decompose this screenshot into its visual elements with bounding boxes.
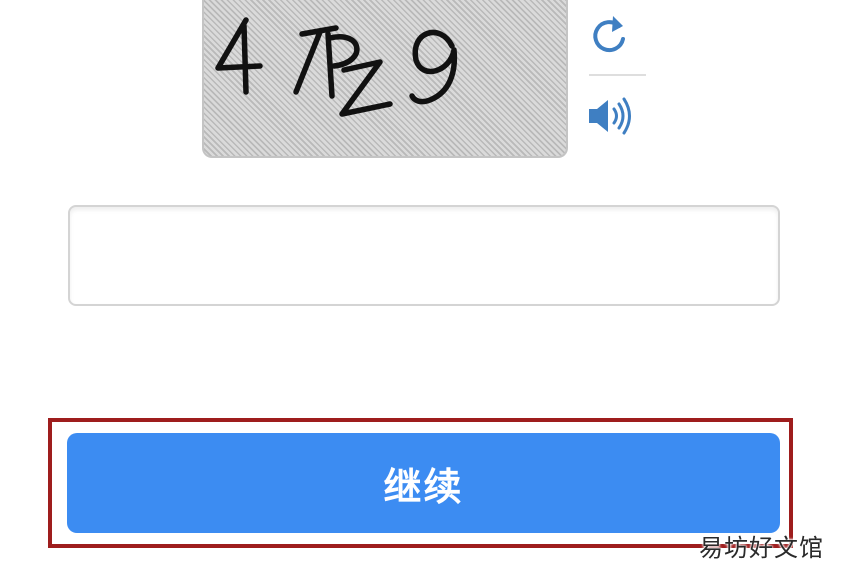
- captcha-characters: [215, 17, 458, 117]
- captcha-answer-input[interactable]: [68, 205, 780, 306]
- speaker-icon: [589, 97, 631, 135]
- controls-divider: [589, 74, 646, 76]
- watermark: 易坊好文馆: [699, 534, 824, 562]
- refresh-icon: [593, 16, 625, 53]
- audio-captcha-button[interactable]: [586, 94, 638, 138]
- captcha-image: [202, 0, 568, 158]
- refresh-captcha-button[interactable]: [586, 12, 632, 58]
- continue-button[interactable]: 继续: [67, 433, 780, 533]
- captcha-page: 继续 易坊好文馆: [0, 0, 848, 576]
